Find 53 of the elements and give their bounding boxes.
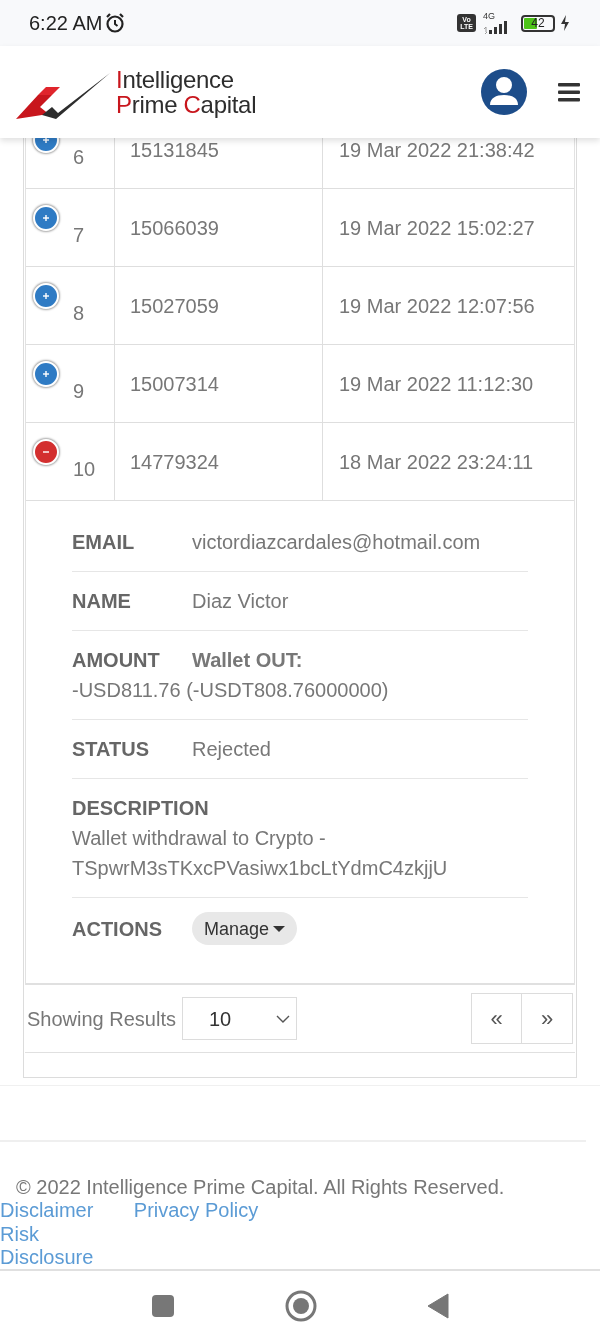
field-label: DESCRIPTION: [72, 796, 209, 821]
field-value: -USD811.76 (-USDT808.76000000): [72, 678, 390, 703]
field-label: STATUS: [72, 737, 151, 762]
next-button[interactable]: »: [522, 993, 573, 1044]
back-icon[interactable]: [427, 1292, 449, 1319]
logo-text: Prime Capital: [116, 92, 257, 117]
expand-icon[interactable]: [33, 205, 59, 231]
expand-icon[interactable]: [33, 361, 59, 387]
plus-icon: [41, 291, 51, 301]
previous-button[interactable]: «: [471, 993, 522, 1044]
expand-icon[interactable]: [33, 283, 59, 309]
field-value: Rejected: [192, 737, 271, 762]
field-value: Wallet OUT:: [192, 648, 303, 673]
logo-text: Intelligence: [116, 67, 235, 92]
table-cell: 15027059: [115, 267, 323, 344]
table-cell: 15131845: [115, 138, 323, 188]
field-value: Wallet withdrawal to Crypto -: [72, 826, 327, 851]
field-value: TSpwrM3sTKxcPVasiwx1bcLtYdmC4zkjjU: [72, 856, 449, 881]
clock-time: 6:22 AM: [29, 11, 103, 36]
field-label: EMAIL: [72, 530, 136, 555]
table-cell: 10: [26, 423, 115, 500]
collapse-icon[interactable]: [33, 439, 59, 465]
home-icon[interactable]: [285, 1289, 317, 1322]
field-value: Diaz Victor: [192, 589, 289, 614]
field-value: victordiazcardales@hotmail.com: [192, 530, 481, 555]
table-cell-text: 19 Mar 2022 15:02:27: [338, 215, 536, 241]
page-size-select[interactable]: 10: [181, 997, 297, 1040]
charging-icon: [559, 14, 571, 32]
table-cell: 7: [26, 189, 115, 266]
table-cell: 6: [26, 138, 115, 188]
table-cell-text: 19 Mar 2022 21:38:42: [338, 138, 536, 163]
results-label: Showing Results: [27, 1006, 176, 1032]
field-label: ACTIONS: [72, 916, 163, 942]
table-cell: 9: [26, 345, 115, 422]
table-cell: 15066039: [115, 189, 323, 266]
field-label: NAME: [72, 589, 132, 614]
manage-button[interactable]: Manage: [192, 912, 298, 945]
table-cell: 8: [26, 267, 115, 344]
table-cell: 14779324: [115, 423, 323, 500]
recents-icon[interactable]: [151, 1293, 175, 1318]
field-label: AMOUNT: [72, 648, 161, 673]
plus-icon: [41, 213, 51, 223]
table-cell-text: 18 Mar 2022 23:24:11: [338, 449, 535, 475]
copyright-text: © 2022 Intelligence Prime Capital. All Rights Reserved.: [15, 1175, 506, 1199]
table-cell-text: 19 Mar 2022 12:07:56: [338, 293, 536, 319]
caret-icon: [273, 924, 286, 933]
plus-icon: [41, 369, 51, 379]
chevron-down-icon: [275, 1014, 290, 1023]
avatar-icon[interactable]: [480, 68, 528, 116]
table-cell-text: 19 Mar 2022 11:12:30: [338, 371, 535, 397]
menu-icon[interactable]: [558, 82, 580, 102]
network-type: 4G: [483, 10, 495, 23]
table-cell: 15007314: [115, 345, 323, 422]
